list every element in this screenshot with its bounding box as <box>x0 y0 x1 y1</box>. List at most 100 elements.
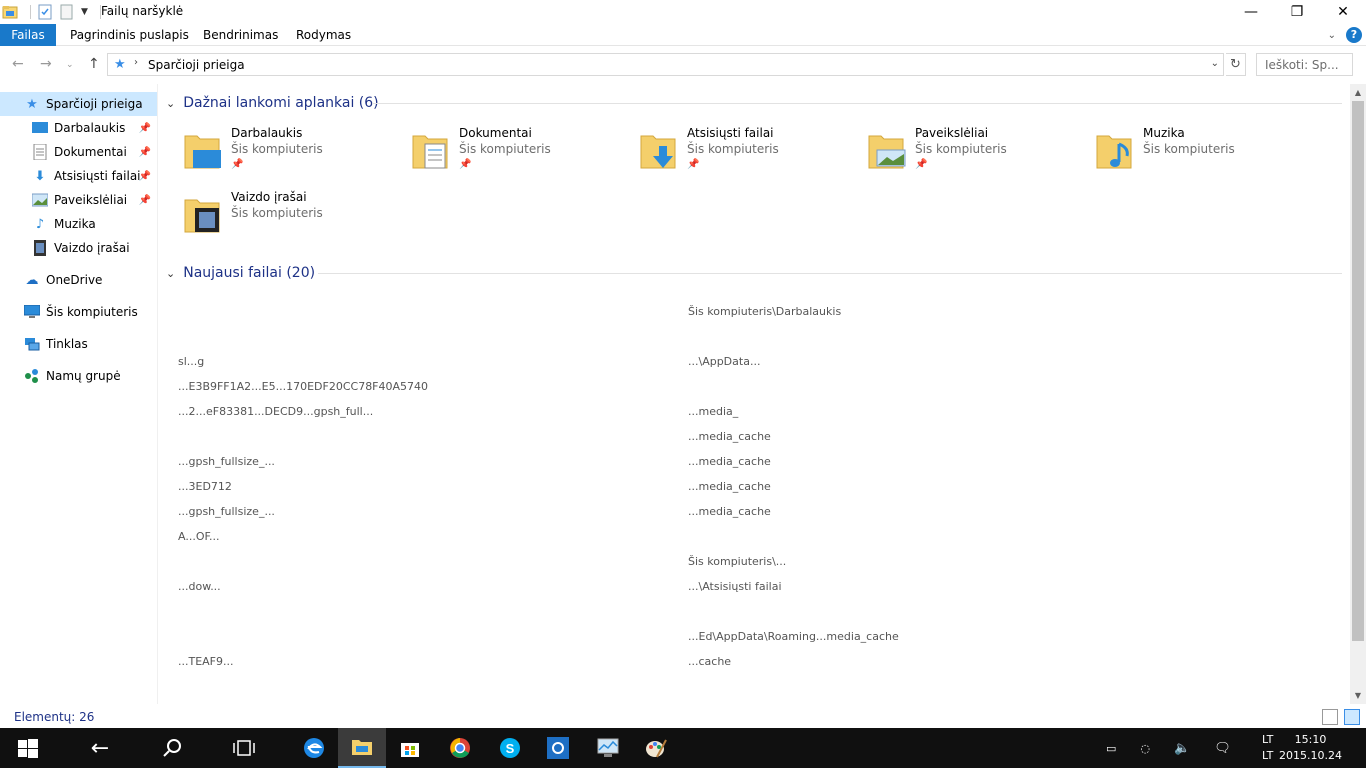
vertical-scrollbar[interactable]: ▲ ▼ <box>1350 84 1366 704</box>
start-icon[interactable] <box>4 728 52 768</box>
scroll-down-icon[interactable]: ▼ <box>1350 687 1366 704</box>
minimize-button[interactable]: — <box>1228 0 1274 24</box>
properties-icon[interactable] <box>37 4 53 20</box>
list-item[interactable]: Šis kompiuteris\... <box>178 552 1058 574</box>
collapse-chevron-icon[interactable]: ⌄ <box>166 267 175 280</box>
forward-arrow-icon[interactable]: → <box>40 56 52 72</box>
details-view-icon[interactable] <box>1322 709 1338 725</box>
sidebar-item-quick-access[interactable]: ★ Sparčioji prieiga <box>0 92 157 116</box>
recent-locations-icon[interactable]: ⌄ <box>66 60 74 70</box>
help-icon[interactable]: ? <box>1346 27 1362 43</box>
list-item[interactable]: ...gpsh_fullsize_... ...media_cache <box>178 502 1058 524</box>
sidebar-item-pictures[interactable]: Paveikslėliai 📌 <box>0 188 157 212</box>
up-arrow-icon[interactable]: ↑ <box>88 56 100 72</box>
folder-name: Muzika <box>1143 126 1185 140</box>
list-item[interactable]: ...TEAF9... ...cache <box>178 652 1058 674</box>
documents-icon <box>32 144 48 160</box>
file-explorer-window: ▼ Failų naršyklė — ❐ ✕ Failas Pagrindini… <box>0 0 1366 728</box>
list-item[interactable]: ...3ED712 ...media_cache <box>178 477 1058 499</box>
folder-app-icon[interactable] <box>2 4 18 20</box>
recent-file-name: ...gpsh_fullsize_... <box>178 455 275 468</box>
tab-file[interactable]: Failas <box>0 24 56 46</box>
list-item[interactable]: ...Ed\AppData\Roaming...media_cache <box>178 627 1058 649</box>
recent-file-path: ...media_cache <box>688 430 771 443</box>
close-button[interactable]: ✕ <box>1320 0 1366 24</box>
folder-tile-desktop[interactable]: Darbalaukis Šis kompiuteris 📌 <box>158 124 378 180</box>
folder-tile-videos[interactable]: Vaizdo įrašai Šis kompiuteris <box>158 188 378 244</box>
group-divider <box>318 273 1342 274</box>
folder-tile-downloads[interactable]: Atsisiųsti failai Šis kompiuteris 📌 <box>614 124 834 180</box>
tab-view[interactable]: Rodymas <box>282 24 365 46</box>
notifications-icon[interactable]: 🗨 <box>1214 741 1231 756</box>
frequent-folders-header[interactable]: ⌄ Dažnai lankomi aplankai (6) <box>166 92 379 114</box>
sidebar-item-music[interactable]: ♪ Muzika <box>0 212 157 236</box>
sidebar-item-onedrive[interactable]: ☁ OneDrive <box>0 268 157 292</box>
list-item[interactable] <box>178 602 1058 624</box>
paint-icon[interactable] <box>632 728 680 768</box>
pin-icon: 📌 <box>138 170 151 182</box>
tab-share[interactable]: Bendrinimas <box>189 24 292 46</box>
scroll-thumb[interactable] <box>1352 101 1364 641</box>
list-item[interactable]: sl...g ...\AppData... <box>178 352 1058 374</box>
large-icons-view-icon[interactable] <box>1344 709 1360 725</box>
pin-icon: 📌 <box>138 122 151 134</box>
folder-tile-music[interactable]: Muzika Šis kompiuteris <box>1070 124 1290 180</box>
recent-file-name: sl...g <box>178 355 205 368</box>
volume-icon[interactable]: 🔈 <box>1174 741 1190 756</box>
sidebar-item-homegroup[interactable]: Namų grupė <box>0 364 157 388</box>
maximize-button[interactable]: ❐ <box>1274 0 1320 24</box>
clock[interactable]: 15:10 2015.10.24 <box>1279 732 1342 764</box>
sidebar-item-videos[interactable]: Vaizdo įrašai <box>0 236 157 260</box>
sidebar-item-label: Tinklas <box>46 337 88 351</box>
skype-icon[interactable]: S <box>486 728 534 768</box>
list-item[interactable]: ...2...eF83381...DECD9...gpsh_full......… <box>178 402 1058 424</box>
address-dropdown-icon[interactable]: ⌄ <box>1211 58 1219 69</box>
task-view-icon[interactable] <box>220 728 268 768</box>
sidebar-item-downloads[interactable]: ⬇ Atsisiųsti failai 📌 <box>0 164 157 188</box>
store-icon[interactable] <box>386 728 434 768</box>
tab-home[interactable]: Pagrindinis puslapis <box>56 24 203 46</box>
new-folder-icon[interactable] <box>59 4 75 20</box>
folder-tile-documents[interactable]: Dokumentai Šis kompiuteris 📌 <box>386 124 606 180</box>
back-icon[interactable]: ← <box>76 728 124 768</box>
list-item[interactable]: ...media_cache <box>178 427 1058 449</box>
sidebar-item-desktop[interactable]: Darbalaukis 📌 <box>0 116 157 140</box>
file-explorer-icon[interactable] <box>338 728 386 768</box>
sidebar-item-documents[interactable]: Dokumentai 📌 <box>0 140 157 164</box>
sidebar-item-network[interactable]: Tinklas <box>0 332 157 356</box>
sidebar-item-label: Darbalaukis <box>54 121 126 135</box>
edge-icon[interactable] <box>290 728 338 768</box>
collapse-chevron-icon[interactable]: ⌄ <box>166 97 175 110</box>
customize-toolbar-icon[interactable]: ▼ <box>81 7 88 17</box>
list-item[interactable]: A...OF... <box>178 527 1058 549</box>
recent-file-name: A...OF... <box>178 530 220 543</box>
list-item[interactable]: Šis kompiuteris\Darbalaukis <box>178 302 1058 324</box>
star-icon: ★ <box>26 96 38 112</box>
settings-icon[interactable] <box>534 728 582 768</box>
expand-ribbon-icon[interactable]: ⌄ <box>1328 30 1336 41</box>
music-folder-icon <box>1096 135 1132 169</box>
scroll-up-icon[interactable]: ▲ <box>1350 84 1366 101</box>
sidebar-item-this-pc[interactable]: Šis kompiuteris <box>0 300 157 324</box>
performance-icon[interactable] <box>584 728 632 768</box>
documents-folder-icon <box>412 135 448 169</box>
refresh-icon[interactable]: ↻ <box>1226 53 1246 76</box>
list-item[interactable]: ...gpsh_fullsize_... ...media_cache <box>178 452 1058 474</box>
breadcrumb-chevron-icon[interactable]: › <box>134 57 138 68</box>
list-item[interactable] <box>178 327 1058 349</box>
folder-tile-pictures[interactable]: Paveikslėliai Šis kompiuteris 📌 <box>842 124 1062 180</box>
folder-location: Šis kompiuteris <box>459 142 551 156</box>
language-indicator[interactable]: LT LT <box>1262 732 1273 764</box>
address-bar[interactable]: ★ › Sparčioji prieiga ⌄ <box>107 53 1224 76</box>
chrome-icon[interactable] <box>436 728 484 768</box>
back-arrow-icon[interactable]: ← <box>12 56 24 72</box>
recent-files-header[interactable]: ⌄ Naujausi failai (20) <box>166 262 315 284</box>
list-item[interactable]: ...E3B9FF1A2...E5...170EDF20CC78F40A5740 <box>178 377 1058 399</box>
desktop-folder-icon <box>184 135 221 169</box>
search-icon[interactable] <box>148 728 196 768</box>
breadcrumb[interactable]: Sparčioji prieiga <box>148 58 245 72</box>
battery-icon[interactable]: ▭ <box>1106 742 1116 755</box>
list-item[interactable]: ...dow... ...\Atsisiųsti failai <box>178 577 1058 599</box>
network-tray-icon[interactable]: ◌ <box>1140 742 1150 755</box>
search-input[interactable]: Ieškoti: Sp... <box>1256 53 1353 76</box>
